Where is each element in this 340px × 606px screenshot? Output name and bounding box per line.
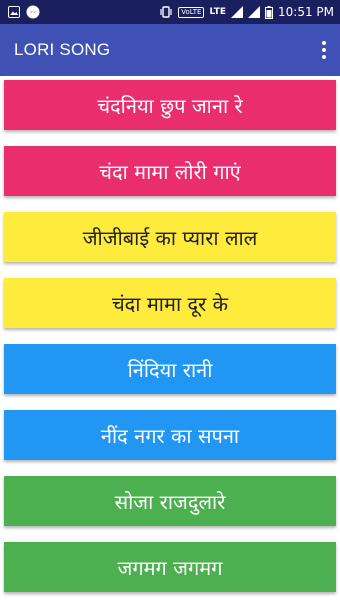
overflow-menu-button[interactable]: [308, 30, 340, 70]
song-button[interactable]: जगमग जगमग: [4, 542, 336, 592]
song-button[interactable]: चंदा मामा लोरी गाएं: [4, 146, 336, 196]
battery-icon: [265, 5, 273, 19]
volte-icon: VoLTE: [178, 6, 205, 18]
song-button[interactable]: सोजा राजदुलारे: [4, 476, 336, 526]
song-button[interactable]: नींद नगर का सपना: [4, 410, 336, 460]
signal-icon: [231, 6, 243, 18]
overflow-menu-icon: [322, 41, 326, 59]
lte-label: LTE: [209, 7, 226, 17]
signal-icon: [248, 6, 260, 18]
song-label: जगमग जगमग: [117, 555, 223, 580]
song-label: सोजा राजदुलारे: [114, 489, 226, 514]
song-button[interactable]: चंदा मामा दूर के: [4, 278, 336, 328]
song-button[interactable]: चंदनिया छुप जाना रे: [4, 80, 336, 130]
messenger-icon: [26, 5, 40, 19]
vibrate-icon: [159, 6, 173, 18]
photo-icon: [8, 6, 20, 18]
app-title: LORI SONG: [14, 40, 111, 59]
app-bar: LORI SONG: [0, 24, 340, 76]
song-label: निंदिया रानी: [127, 357, 213, 382]
song-button[interactable]: निंदिया रानी: [4, 344, 336, 394]
song-button[interactable]: जीजीबाई का प्यारा लाल: [4, 212, 336, 262]
song-label: नींद नगर का सपना: [100, 423, 240, 448]
clock: 10:51 PM: [278, 5, 334, 19]
song-label: चंदनिया छुप जाना रे: [97, 93, 243, 118]
song-label: चंदा मामा दूर के: [111, 291, 228, 316]
song-label: जीजीबाई का प्यारा लाल: [82, 225, 258, 250]
song-label: चंदा मामा लोरी गाएं: [99, 159, 241, 184]
status-bar: VoLTE LTE 10:51 PM: [0, 0, 340, 24]
